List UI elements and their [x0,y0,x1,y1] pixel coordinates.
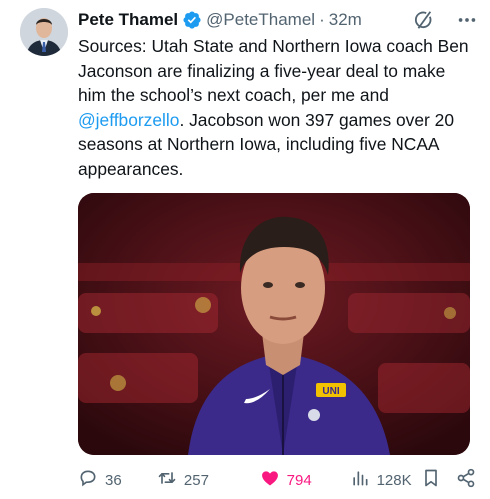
verified-badge-icon [182,10,202,30]
views-icon [350,468,370,492]
action-bar: 36 257 794 128K [78,466,476,494]
reply-icon [78,468,98,492]
repost-icon [157,468,177,492]
tweet-time[interactable]: 32m [329,10,362,30]
separator-dot: · [319,10,325,29]
uni-logo-text: UNI [322,386,339,397]
views-button[interactable]: 128K [350,468,422,492]
tweet-header: Pete Thamel @PeteThamel · 32m [78,8,478,32]
share-icon [456,468,476,492]
grok-icon[interactable] [412,9,434,31]
repost-button[interactable]: 257 [157,468,260,492]
reply-count: 36 [105,471,122,489]
tweet-text: Sources: Utah State and Northern Iowa co… [78,34,473,182]
views-count: 128K [376,471,412,489]
tweet-photo[interactable]: UNI [78,193,470,455]
author-name[interactable]: Pete Thamel [78,10,178,30]
mention-link[interactable]: @jeffborzello [78,110,179,130]
reply-button[interactable]: 36 [78,468,157,492]
like-count: 794 [286,471,312,489]
author-handle[interactable]: @PeteThamel [206,10,315,30]
like-icon [260,468,280,492]
more-icon[interactable] [456,9,478,31]
like-button[interactable]: 794 [260,468,350,492]
tweet-text-part: Sources: Utah State and Northern Iowa co… [78,36,469,106]
avatar[interactable] [20,8,68,56]
repost-count: 257 [183,471,209,489]
bookmark-icon [421,468,441,492]
bookmark-button[interactable] [421,468,456,492]
share-button[interactable] [456,468,476,492]
